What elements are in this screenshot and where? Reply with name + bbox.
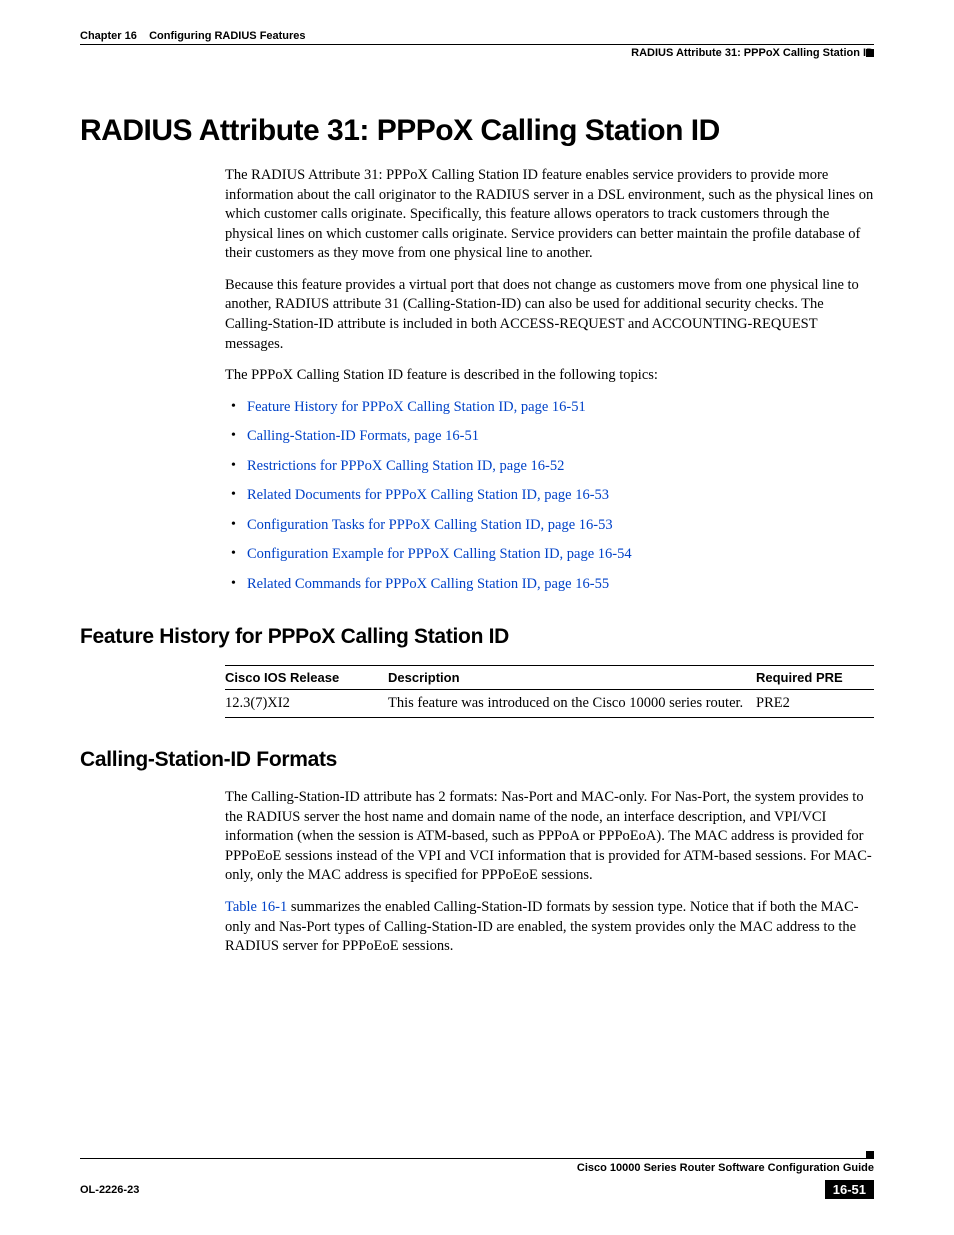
- intro-paragraph-1: The RADIUS Attribute 31: PPPoX Calling S…: [225, 166, 874, 264]
- topic-item: Configuration Example for PPPoX Calling …: [225, 545, 874, 565]
- footer-marker-icon: [866, 1151, 874, 1159]
- page-number: 16-51: [825, 1180, 874, 1199]
- formats-paragraph-1: The Calling-Station-ID attribute has 2 f…: [225, 788, 874, 886]
- chapter-title: Configuring RADIUS Features: [149, 30, 305, 42]
- footer-rule: [80, 1158, 874, 1159]
- calling-station-id-heading: Calling-Station-ID Formats: [80, 748, 874, 772]
- topic-list: Feature History for PPPoX Calling Statio…: [225, 398, 874, 595]
- topic-item: Configuration Tasks for PPPoX Calling St…: [225, 516, 874, 536]
- running-header: Chapter 16 Configuring RADIUS Features: [80, 30, 874, 42]
- header-section: RADIUS Attribute 31: PPPoX Calling Stati…: [80, 47, 874, 59]
- footer-ol-number: OL-2226-23: [80, 1184, 139, 1196]
- chapter-label: Chapter 16: [80, 30, 137, 42]
- table-row: 12.3(7)XI2 This feature was introduced o…: [225, 689, 874, 718]
- th-description: Description: [388, 665, 756, 689]
- table-header-row: Cisco IOS Release Description Required P…: [225, 665, 874, 689]
- topic-item: Related Commands for PPPoX Calling Stati…: [225, 575, 874, 595]
- formats-paragraph-2: Table 16-1 summarizes the enabled Callin…: [225, 898, 874, 957]
- topic-link[interactable]: Feature History for PPPoX Calling Statio…: [247, 399, 586, 415]
- page-footer: Cisco 10000 Series Router Software Confi…: [80, 1158, 874, 1199]
- intro-block: The RADIUS Attribute 31: PPPoX Calling S…: [225, 166, 874, 595]
- formats-paragraph-2-rest: summarizes the enabled Calling-Station-I…: [225, 899, 859, 954]
- td-pre: PRE2: [756, 689, 874, 718]
- footer-guide-title: Cisco 10000 Series Router Software Confi…: [80, 1162, 874, 1174]
- topic-link[interactable]: Restrictions for PPPoX Calling Station I…: [247, 458, 564, 474]
- td-release: 12.3(7)XI2: [225, 689, 388, 718]
- topic-link[interactable]: Configuration Example for PPPoX Calling …: [247, 546, 632, 562]
- topic-item: Feature History for PPPoX Calling Statio…: [225, 398, 874, 418]
- page-title: RADIUS Attribute 31: PPPoX Calling Stati…: [80, 114, 874, 148]
- header-rule: [80, 44, 874, 45]
- intro-paragraph-3: The PPPoX Calling Station ID feature is …: [225, 366, 874, 386]
- document-page: Chapter 16 Configuring RADIUS Features R…: [0, 0, 954, 1235]
- topic-item: Related Documents for PPPoX Calling Stat…: [225, 486, 874, 506]
- topic-item: Restrictions for PPPoX Calling Station I…: [225, 457, 874, 477]
- feature-history-table: Cisco IOS Release Description Required P…: [225, 665, 874, 719]
- intro-paragraph-2: Because this feature provides a virtual …: [225, 276, 874, 354]
- topic-link[interactable]: Related Documents for PPPoX Calling Stat…: [247, 487, 609, 503]
- th-release: Cisco IOS Release: [225, 665, 388, 689]
- formats-block: The Calling-Station-ID attribute has 2 f…: [225, 788, 874, 957]
- topic-link[interactable]: Related Commands for PPPoX Calling Stati…: [247, 576, 609, 592]
- td-description: This feature was introduced on the Cisco…: [388, 689, 756, 718]
- topic-link[interactable]: Configuration Tasks for PPPoX Calling St…: [247, 517, 613, 533]
- feature-history-block: Cisco IOS Release Description Required P…: [225, 665, 874, 719]
- topic-item: Calling-Station-ID Formats, page 16-51: [225, 427, 874, 447]
- topic-link[interactable]: Calling-Station-ID Formats, page 16-51: [247, 428, 479, 444]
- feature-history-heading: Feature History for PPPoX Calling Statio…: [80, 625, 874, 649]
- table-ref-link[interactable]: Table 16-1: [225, 899, 287, 915]
- th-required-pre: Required PRE: [756, 665, 874, 689]
